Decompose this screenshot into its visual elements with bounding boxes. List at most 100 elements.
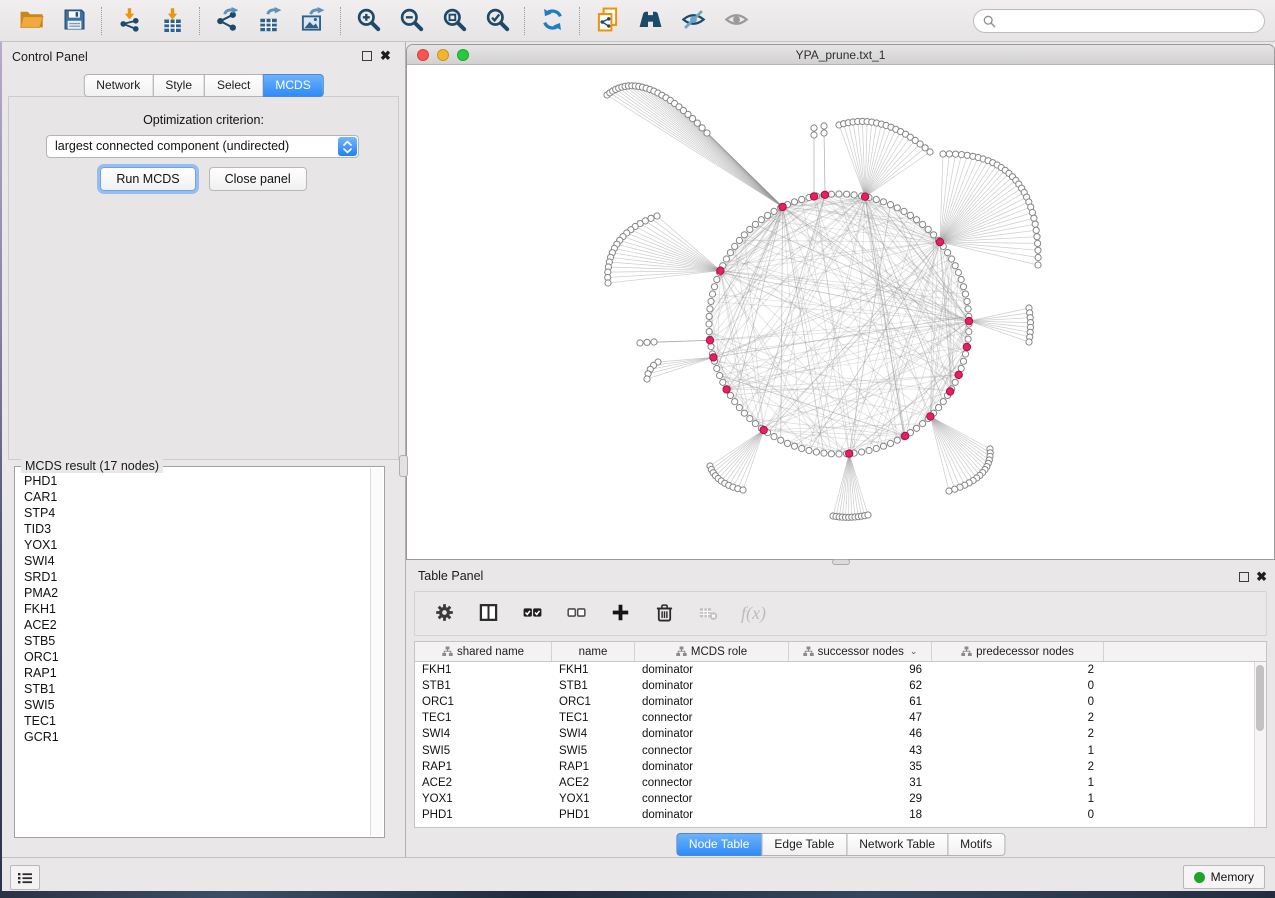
close-table-panel-icon[interactable]: ✖ xyxy=(1256,569,1267,585)
mcds-result-node[interactable]: YOX1 xyxy=(24,537,370,553)
mcds-result-node[interactable]: ORC1 xyxy=(24,649,370,665)
table-row[interactable]: SWI4SWI4dominator462 xyxy=(415,726,1254,742)
table-scrollbar-thumb[interactable] xyxy=(1256,665,1264,731)
vertical-splitter-handle[interactable] xyxy=(399,455,408,477)
table-row[interactable]: TEC1TEC1connector472 xyxy=(415,710,1254,726)
run-mcds-button[interactable]: Run MCDS xyxy=(100,167,195,191)
new-network-from-selection-button[interactable] xyxy=(590,5,624,37)
mcds-hub-node[interactable] xyxy=(821,191,828,198)
mcds-result-node[interactable]: CAR1 xyxy=(24,489,370,505)
save-button[interactable] xyxy=(57,5,91,37)
mcds-list-scrollbar[interactable] xyxy=(370,468,383,836)
table-row[interactable]: RAP1RAP1dominator352 xyxy=(415,759,1254,775)
mcds-hub-node[interactable] xyxy=(963,343,970,350)
export-image-button[interactable] xyxy=(296,5,330,37)
import-table-button[interactable] xyxy=(155,5,189,37)
mcds-hub-node[interactable] xyxy=(965,317,972,324)
table-body: FKH1FKH1dominator962STB1STB1dominator620… xyxy=(415,662,1254,827)
column-header-MCDS-role[interactable]: MCDS role xyxy=(635,642,789,661)
tab-network[interactable]: Network xyxy=(83,74,153,97)
table-row[interactable]: SWI5SWI5connector431 xyxy=(415,742,1254,758)
memory-button[interactable]: Memory xyxy=(1183,865,1265,889)
table-row[interactable]: ORC1ORC1dominator610 xyxy=(415,694,1254,710)
mcds-result-node[interactable]: SWI5 xyxy=(24,697,370,713)
close-panel-button[interactable]: Close panel xyxy=(209,167,307,191)
export-table-icon xyxy=(258,7,283,35)
table-tab-network-table[interactable]: Network Table xyxy=(846,833,948,856)
find-button[interactable] xyxy=(633,5,667,37)
settings-button[interactable] xyxy=(433,603,455,625)
mcds-result-node[interactable]: PHD1 xyxy=(24,473,370,489)
table-tab-motifs[interactable]: Motifs xyxy=(947,833,1005,856)
mcds-result-node[interactable]: TID3 xyxy=(24,521,370,537)
mcds-hub-node[interactable] xyxy=(902,432,909,439)
deselect-all-button[interactable] xyxy=(565,603,587,625)
mcds-result-node[interactable]: FKH1 xyxy=(24,601,370,617)
column-header-filler xyxy=(1104,642,1266,661)
table-row[interactable]: FKH1FKH1dominator962 xyxy=(415,662,1254,678)
import-network-button[interactable] xyxy=(112,5,146,37)
export-network-button[interactable] xyxy=(210,5,244,37)
show-all-button[interactable] xyxy=(719,5,753,37)
mcds-hub-node[interactable] xyxy=(927,413,934,420)
search-input[interactable] xyxy=(1000,12,1264,30)
mcds-hub-node[interactable] xyxy=(717,267,724,274)
mcds-hub-node[interactable] xyxy=(710,354,717,361)
zoom-fit-button[interactable] xyxy=(437,5,471,37)
mcds-result-node[interactable]: STB5 xyxy=(24,633,370,649)
table-scrollbar[interactable] xyxy=(1254,662,1266,827)
zoom-selected-button[interactable] xyxy=(480,5,514,37)
tab-mcds[interactable]: MCDS xyxy=(262,74,323,97)
columns-button[interactable] xyxy=(477,603,499,625)
open-folder-button[interactable] xyxy=(14,5,48,37)
select-all-button[interactable] xyxy=(521,603,543,625)
delete-button[interactable] xyxy=(653,603,675,625)
add-button[interactable] xyxy=(609,603,631,625)
table-row[interactable]: STB1STB1dominator620 xyxy=(415,678,1254,694)
table-tab-node-table[interactable]: Node Table xyxy=(676,833,763,856)
table-row[interactable]: PHD1PHD1dominator180 xyxy=(415,807,1254,823)
zoom-out-button[interactable] xyxy=(394,5,428,37)
hide-selected-button[interactable] xyxy=(676,5,710,37)
close-panel-icon[interactable]: ✖ xyxy=(380,48,391,64)
columns-icon xyxy=(479,603,498,625)
column-header-shared-name[interactable]: shared name xyxy=(415,642,552,661)
float-table-panel-icon[interactable] xyxy=(1239,572,1249,582)
mcds-result-node[interactable]: SRD1 xyxy=(24,569,370,585)
tab-select[interactable]: Select xyxy=(204,74,263,97)
mcds-result-node[interactable]: TEC1 xyxy=(24,713,370,729)
table-row[interactable]: YOX1YOX1connector291 xyxy=(415,791,1254,807)
criterion-select[interactable]: largest connected component (undirected) xyxy=(46,135,359,158)
vertical-splitter[interactable] xyxy=(405,42,406,857)
mcds-result-node[interactable]: GCR1 xyxy=(24,729,370,745)
refresh-button[interactable] xyxy=(535,5,569,37)
column-header-name[interactable]: name xyxy=(552,642,635,661)
float-panel-icon[interactable] xyxy=(362,51,372,61)
mcds-result-node[interactable]: STB1 xyxy=(24,681,370,697)
mcds-hub-node[interactable] xyxy=(936,238,943,245)
mcds-hub-node[interactable] xyxy=(955,371,962,378)
mcds-hub-node[interactable] xyxy=(723,386,730,393)
mcds-result-node[interactable]: STP4 xyxy=(24,505,370,521)
mcds-result-node[interactable]: PMA2 xyxy=(24,585,370,601)
mcds-result-node[interactable]: ACE2 xyxy=(24,617,370,633)
mcds-hub-node[interactable] xyxy=(810,193,817,200)
zoom-in-button[interactable] xyxy=(351,5,385,37)
column-header-successor-nodes[interactable]: successor nodes⌄ xyxy=(789,642,932,661)
mcds-hub-node[interactable] xyxy=(946,388,953,395)
table-row[interactable]: ACE2ACE2connector311 xyxy=(415,775,1254,791)
column-header-predecessor-nodes[interactable]: predecessor nodes xyxy=(932,642,1104,661)
search-box[interactable] xyxy=(973,9,1265,33)
mcds-hub-node[interactable] xyxy=(846,450,853,457)
task-history-button[interactable] xyxy=(10,865,40,890)
mcds-hub-node[interactable] xyxy=(861,193,868,200)
mcds-hub-node[interactable] xyxy=(706,337,713,344)
export-table-button[interactable] xyxy=(253,5,287,37)
mcds-result-node[interactable]: SWI4 xyxy=(24,553,370,569)
mcds-hub-node[interactable] xyxy=(760,426,767,433)
network-canvas[interactable] xyxy=(407,65,1274,559)
mcds-result-node[interactable]: RAP1 xyxy=(24,665,370,681)
tab-style[interactable]: Style xyxy=(152,74,205,97)
table-tab-edge-table[interactable]: Edge Table xyxy=(761,833,847,856)
mcds-hub-node[interactable] xyxy=(779,203,786,210)
